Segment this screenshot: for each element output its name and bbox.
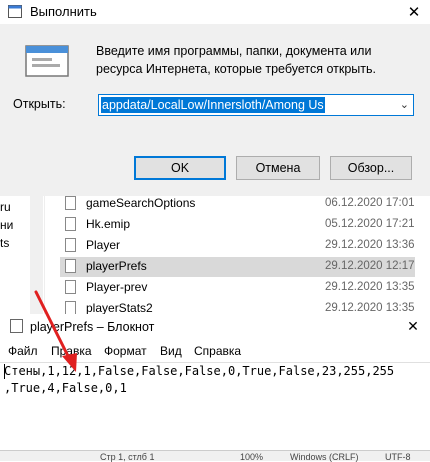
menu-edit[interactable]: Правка (51, 344, 92, 358)
file-icon (65, 217, 76, 231)
file-date: 29.12.2020 12:17 (325, 260, 415, 272)
nav-item[interactable]: ts (0, 236, 9, 250)
close-icon: ✕ (407, 4, 421, 21)
status-zoom: 100% (240, 452, 264, 462)
menu-view[interactable]: Вид (160, 344, 182, 358)
file-row[interactable]: gameSearchOptions 06.12.2020 17:01 (60, 194, 415, 214)
run-icon (8, 5, 22, 18)
file-row[interactable]: Hk.emip 05.12.2020 17:21 (60, 215, 415, 235)
file-date: 06.12.2020 17:01 (325, 197, 415, 209)
run-app-icon (25, 45, 69, 77)
notepad-icon (10, 319, 23, 333)
file-name: playerPrefs (86, 259, 147, 273)
file-date: 05.12.2020 17:21 (325, 218, 415, 230)
text-caret (4, 364, 5, 379)
nav-scrollbar[interactable] (30, 196, 43, 314)
run-title: Выполнить (30, 4, 97, 19)
chevron-down-icon[interactable]: ⌄ (400, 98, 409, 111)
menu-format[interactable]: Формат (104, 344, 147, 358)
file-icon (65, 238, 76, 252)
file-date: 29.12.2020 13:35 (325, 302, 415, 314)
run-close-button[interactable]: ✕ (398, 0, 430, 24)
file-icon (65, 280, 76, 294)
file-icon (65, 259, 76, 273)
status-encoding: UTF-8 (385, 452, 411, 462)
run-titlebar: Выполнить ✕ (0, 0, 430, 24)
file-name: Player (86, 238, 121, 252)
file-name: Hk.emip (86, 217, 131, 231)
nav-item[interactable]: ru (0, 200, 11, 214)
file-date: 29.12.2020 13:35 (325, 281, 415, 293)
file-date: 29.12.2020 13:36 (325, 239, 415, 251)
status-position: Стр 1, стлб 1 (100, 452, 155, 462)
close-icon: ✕ (407, 317, 419, 334)
nav-item[interactable]: ни (0, 218, 13, 232)
file-row[interactable]: Player-prev 29.12.2020 13:35 (60, 278, 415, 298)
notepad-close-button[interactable]: ✕ (398, 316, 428, 336)
notepad-title: playerPrefs – Блокнот (30, 320, 155, 334)
status-eol: Windows (CRLF) (290, 452, 359, 462)
file-row[interactable]: playerStats2 29.12.2020 13:35 (60, 299, 415, 314)
text-line: Стены,1,12,1,False,False,False,0,True,Fa… (4, 364, 395, 378)
open-label: Открыть: (13, 97, 66, 111)
file-name: playerStats2 (86, 301, 153, 314)
text-line: ,True,4,False,0,1 (4, 381, 127, 395)
run-description: Введите имя программы, папки, документа … (96, 44, 376, 76)
open-input-value[interactable]: appdata/LocalLow/Innersloth/Among Us (101, 97, 325, 113)
file-name: Player-prev (86, 280, 148, 294)
ok-button[interactable]: OK (134, 156, 226, 180)
file-name: gameSearchOptions (86, 196, 196, 210)
file-icon (65, 301, 76, 314)
menu-file[interactable]: Файл (8, 344, 38, 358)
file-icon (65, 196, 76, 210)
open-combobox[interactable]: appdata/LocalLow/Innersloth/Among Us ⌄ (98, 94, 414, 116)
menu-help[interactable]: Справка (194, 344, 241, 358)
file-row-selected[interactable]: playerPrefs 29.12.2020 12:17 (60, 257, 415, 277)
notepad-statusbar (0, 450, 430, 461)
file-row[interactable]: Player 29.12.2020 13:36 (60, 236, 415, 256)
browse-button[interactable]: Обзор... (330, 156, 412, 180)
cancel-button[interactable]: Отмена (236, 156, 320, 180)
